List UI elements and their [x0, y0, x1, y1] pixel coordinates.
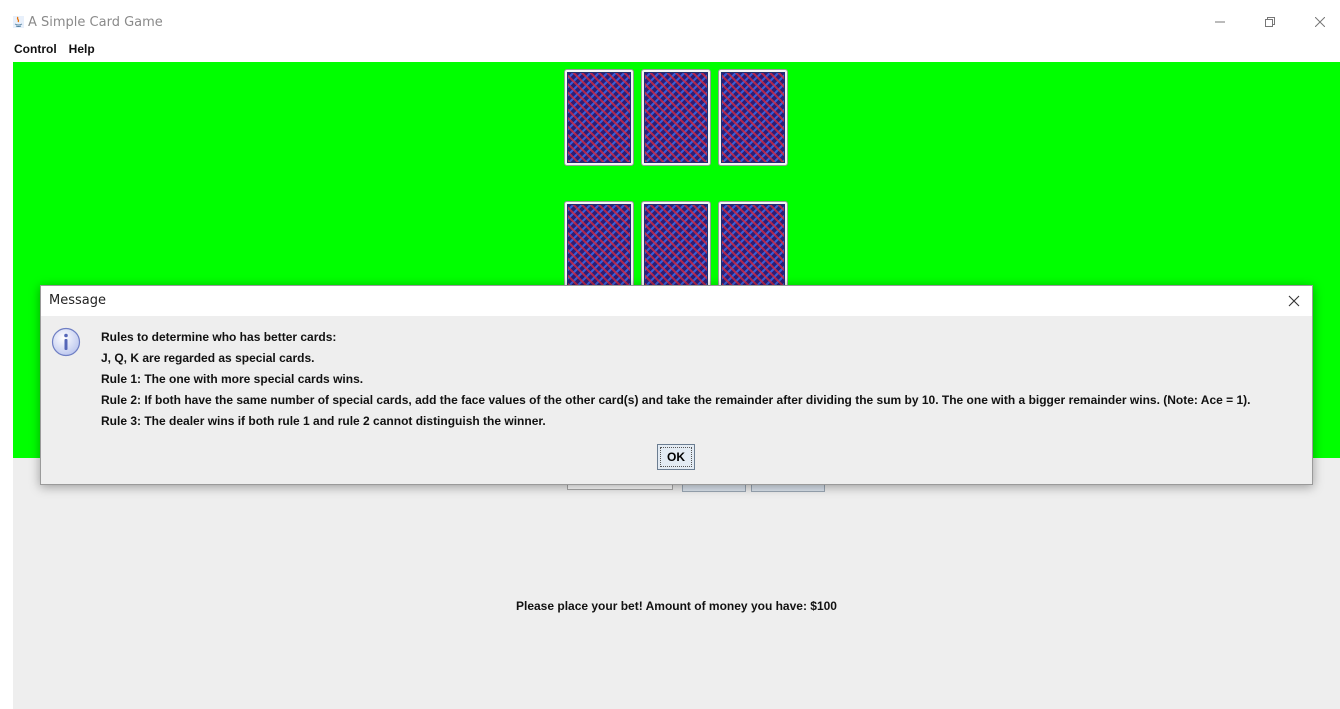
player-card-2: [641, 201, 711, 298]
menu-help[interactable]: Help: [68, 42, 96, 56]
restore-button[interactable]: [1250, 8, 1290, 36]
info-icon: [51, 327, 81, 357]
message-line: J, Q, K are regarded as special cards.: [101, 351, 315, 365]
dealer-card-3: [718, 69, 788, 166]
restore-icon: [1265, 17, 1275, 27]
player-card-1: [564, 201, 634, 298]
dialog-title: Message: [49, 293, 106, 308]
dialog-titlebar: Message: [41, 286, 1312, 316]
minimize-icon: [1215, 21, 1225, 23]
window-titlebar: A Simple Card Game: [0, 0, 1340, 40]
card-back-pattern: [644, 204, 708, 295]
message-dialog: Message Rules to determine who has bette…: [40, 285, 1313, 485]
window-title: A Simple Card Game: [28, 15, 163, 30]
player-cards: [564, 201, 788, 298]
minimize-button[interactable]: [1200, 8, 1240, 36]
message-line: Rules to determine who has better cards:: [101, 330, 337, 344]
dealer-card-1: [564, 69, 634, 166]
status-text: Please place your bet! Amount of money y…: [516, 599, 837, 613]
menu-bar: Control Help: [13, 40, 96, 58]
close-button[interactable]: [1300, 8, 1340, 36]
card-back-pattern: [644, 72, 708, 163]
card-back-pattern: [721, 204, 785, 295]
message-line: Rule 1: The one with more special cards …: [101, 372, 364, 386]
card-back-pattern: [721, 72, 785, 163]
message-line: Rule 3: The dealer wins if both rule 1 a…: [101, 414, 546, 428]
card-back-pattern: [567, 72, 631, 163]
player-card-3: [718, 201, 788, 298]
java-icon: [13, 16, 24, 28]
ok-button[interactable]: OK: [657, 444, 695, 470]
dialog-close-icon[interactable]: [1286, 293, 1302, 309]
card-back-pattern: [567, 204, 631, 295]
dialog-message: Rules to determine who has better cards:…: [101, 327, 1251, 432]
menu-control[interactable]: Control: [13, 42, 58, 56]
dealer-cards: [564, 69, 788, 166]
close-icon: [1315, 17, 1325, 27]
message-line: Rule 2: If both have the same number of …: [101, 393, 1251, 407]
dealer-card-2: [641, 69, 711, 166]
